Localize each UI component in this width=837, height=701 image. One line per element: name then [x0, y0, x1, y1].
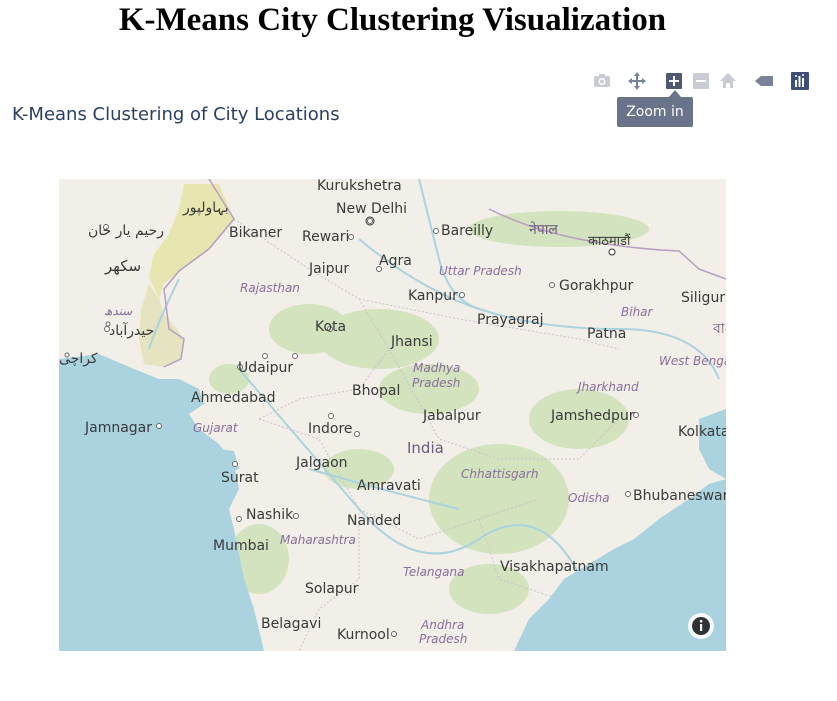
pan-icon[interactable] — [626, 70, 648, 92]
map-label: Jharkhand — [576, 380, 639, 394]
map-label: Jhansi — [390, 334, 433, 350]
map-label: काठमाडौं — [588, 233, 631, 249]
zoom-in-icon[interactable] — [663, 70, 685, 92]
info-icon[interactable] — [688, 613, 714, 639]
map-label: Kota — [315, 319, 346, 335]
map-label: New Delhi — [336, 201, 407, 217]
map-label: বাংলা — [712, 321, 726, 337]
map-label: Pradesh — [412, 376, 460, 390]
map-label: Pradesh — [419, 632, 467, 646]
map-label: Surat — [221, 470, 259, 486]
map-label: Siligur — [681, 290, 725, 306]
map-label: Kolkata — [678, 424, 726, 440]
page-title: K-Means City Clustering Visualization — [118, 2, 667, 38]
map-label: Agra — [379, 253, 412, 269]
plot-title: K-Means Clustering of City Locations — [12, 104, 340, 125]
map-label: Bareilly — [441, 223, 493, 239]
map-label: Visakhapatnam — [500, 559, 609, 575]
map-label: West Benga — [659, 354, 726, 368]
map-label: Odisha — [568, 491, 610, 505]
map-label: Jamshedpur — [550, 408, 635, 424]
map-label: Udaipur — [238, 360, 293, 376]
map-label: Solapur — [305, 581, 359, 597]
home-icon[interactable] — [717, 70, 739, 92]
map-label: Jabalpur — [422, 408, 481, 424]
plotly-logo-icon[interactable] — [789, 70, 811, 92]
map-label: Madhya — [413, 361, 460, 375]
map-label: سکھر — [104, 257, 141, 275]
map-label: Kurnool — [337, 627, 390, 643]
map-canvas: Kurukshetra New Delhi Bareilly Bikaner R… — [59, 179, 726, 651]
map-label: Bihar — [621, 305, 654, 319]
map[interactable]: Kurukshetra New Delhi Bareilly Bikaner R… — [59, 179, 726, 651]
map-label: Jalgaon — [295, 455, 348, 471]
map-label: Belagavi — [261, 616, 321, 632]
map-label: Nashik — [246, 507, 294, 523]
map-label: Amravati — [357, 478, 421, 494]
zoom-in-tooltip: Zoom in — [617, 97, 693, 127]
map-label: Mumbai — [213, 538, 269, 554]
map-label: Kanpur — [408, 288, 458, 304]
map-label: Prayagraj — [477, 312, 544, 328]
map-label: Jamnagar — [84, 420, 152, 436]
map-label: Ahmedabad — [191, 390, 276, 406]
map-label: Gujarat — [193, 421, 239, 435]
tag-icon[interactable] — [753, 70, 775, 92]
map-label: Bikaner — [229, 225, 282, 241]
map-label: کراچی — [59, 351, 98, 367]
map-label: حیدرآباد — [109, 322, 154, 339]
map-label: Uttar Pradesh — [439, 264, 522, 278]
map-label: سندھ — [104, 304, 133, 318]
map-label: India — [407, 439, 444, 457]
map-label: Maharashtra — [280, 533, 356, 547]
map-label: Nanded — [347, 513, 401, 529]
map-label: Patna — [587, 326, 626, 342]
camera-icon[interactable] — [591, 70, 613, 92]
map-label: Jaipur — [308, 261, 349, 277]
map-label: Bhopal — [352, 383, 400, 399]
map-label: Gorakhpur — [559, 278, 633, 294]
map-label: Andhra — [420, 618, 464, 632]
map-label: Indore — [308, 421, 353, 437]
map-label: بہاولپور — [182, 200, 229, 216]
zoom-out-icon[interactable] — [690, 70, 712, 92]
map-label: नेपाल — [529, 221, 558, 238]
map-label: Rewari — [302, 229, 349, 245]
map-label: Telangana — [403, 565, 464, 579]
tooltip-arrow — [669, 90, 681, 97]
map-label: Kurukshetra — [317, 179, 402, 194]
map-label: رحیم یار خان — [88, 223, 164, 239]
map-label: Rajasthan — [240, 281, 300, 295]
map-label: Chhattisgarh — [461, 467, 538, 481]
map-label: Bhubaneswar — [633, 488, 726, 504]
